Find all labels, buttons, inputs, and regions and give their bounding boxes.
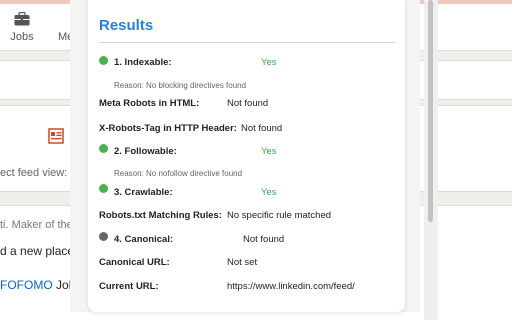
current-url-value[interactable]: https://www.linkedin.com/feed/ xyxy=(227,281,355,292)
followable-label: 2. Followable: xyxy=(114,146,177,157)
post-mention-line: FOFOMO Job xyxy=(0,278,75,292)
canonical-url-label: Canonical URL: xyxy=(99,257,170,268)
meta-robots-value: Not found xyxy=(227,98,269,109)
crawlable-value: Yes xyxy=(261,187,277,198)
indexable-value: Yes xyxy=(261,57,277,68)
nav-item-jobs[interactable]: Jobs xyxy=(2,12,42,43)
post-mention-link[interactable]: FOFOMO xyxy=(0,278,53,292)
followable-value: Yes xyxy=(261,146,277,157)
indexable-status-dot xyxy=(99,56,108,65)
briefcase-icon xyxy=(14,12,30,26)
crawlable-status-dot xyxy=(99,184,108,193)
seo-extension-panel: Results 1. Indexable: Yes Reason: No blo… xyxy=(70,0,420,312)
post-text: d a new place xyxy=(0,244,75,258)
followable-reason: Reason: No nofollow directive found xyxy=(114,169,243,178)
robots-txt-value: No specific rule matched xyxy=(227,210,332,221)
indexable-label: 1. Indexable: xyxy=(114,57,172,68)
page-scrollbar-thumb[interactable] xyxy=(428,0,433,222)
followable-status-dot xyxy=(99,144,108,153)
canonical-label: 4. Canonical: xyxy=(114,234,174,245)
canonical-value: Not found xyxy=(243,234,285,245)
crawlable-label: 3. Crawlable: xyxy=(114,187,173,198)
results-card: Results 1. Indexable: Yes Reason: No blo… xyxy=(88,0,405,312)
meta-robots-label: Meta Robots in HTML: xyxy=(99,98,200,109)
feed-view-label: ect feed view: xyxy=(0,167,68,179)
canonical-status-dot xyxy=(99,232,108,241)
x-robots-value: Not found xyxy=(241,123,283,134)
x-robots-label: X-Robots-Tag in HTTP Header: xyxy=(99,123,237,134)
feed-view-selector[interactable]: ect feed view: M xyxy=(0,167,80,179)
results-divider xyxy=(99,42,395,43)
robots-txt-label: Robots.txt Matching Rules: xyxy=(99,210,222,221)
indexable-reason: Reason: No blocking directives found xyxy=(114,81,247,90)
current-url-label: Current URL: xyxy=(99,281,159,292)
feed-layout-icon[interactable] xyxy=(48,128,64,144)
canonical-url-value: Not set xyxy=(227,257,258,268)
nav-item-jobs-label: Jobs xyxy=(10,31,34,43)
results-title: Results xyxy=(99,17,154,34)
